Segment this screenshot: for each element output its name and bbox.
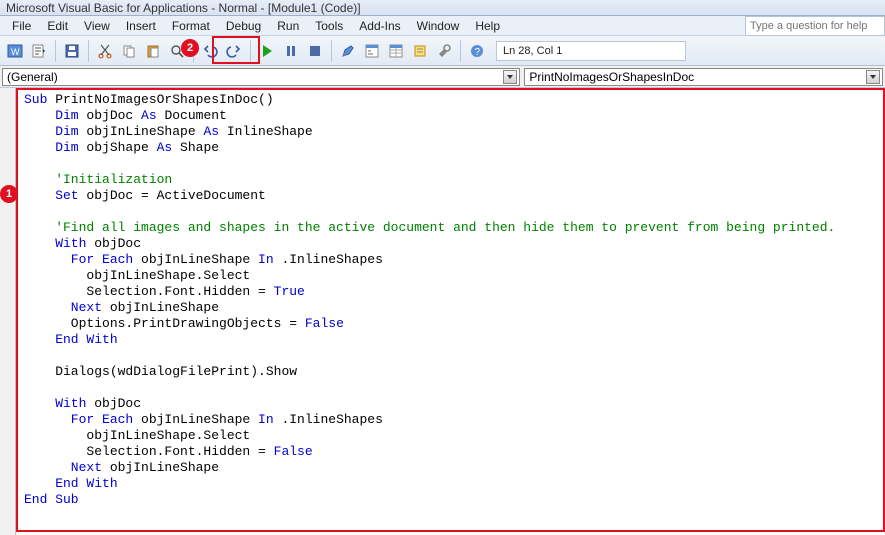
- menu-insert[interactable]: Insert: [118, 17, 164, 35]
- project-explorer-icon[interactable]: [361, 40, 383, 62]
- break-icon[interactable]: [280, 40, 302, 62]
- svg-text:?: ?: [475, 47, 481, 58]
- svg-text:W: W: [11, 47, 20, 57]
- properties-window-icon[interactable]: [385, 40, 407, 62]
- title-bar: Microsoft Visual Basic for Applications …: [0, 0, 885, 16]
- copy-icon[interactable]: [118, 40, 140, 62]
- toolbar-separator: [331, 40, 332, 62]
- object-selector-value: (General): [7, 70, 58, 84]
- menu-view[interactable]: View: [76, 17, 118, 35]
- toolbar: W ? Ln 28, Col 1: [0, 36, 885, 66]
- toolbar-separator: [55, 40, 56, 62]
- toolbar-separator: [88, 40, 89, 62]
- menu-help[interactable]: Help: [467, 17, 508, 35]
- menu-run[interactable]: Run: [269, 17, 307, 35]
- chevron-down-icon[interactable]: [503, 70, 517, 84]
- insert-module-dropdown-icon[interactable]: [28, 40, 50, 62]
- menu-addins[interactable]: Add-Ins: [351, 17, 408, 35]
- code-navigator-bar: (General) PrintNoImagesOrShapesInDoc: [0, 66, 885, 88]
- cursor-position-status: Ln 28, Col 1: [496, 41, 686, 61]
- save-icon[interactable]: [61, 40, 83, 62]
- toolbar-separator: [460, 40, 461, 62]
- annotation-callout-1: 1: [0, 185, 18, 203]
- help-search-input[interactable]: [745, 16, 885, 36]
- menu-debug[interactable]: Debug: [218, 17, 269, 35]
- paste-icon[interactable]: [142, 40, 164, 62]
- design-mode-icon[interactable]: [337, 40, 359, 62]
- annotation-callout-2: 2: [181, 39, 199, 57]
- view-word-icon[interactable]: W: [4, 40, 26, 62]
- undo-icon[interactable]: [199, 40, 221, 62]
- object-browser-icon[interactable]: [409, 40, 431, 62]
- toolbar-separator: [250, 40, 251, 62]
- run-icon[interactable]: [256, 40, 278, 62]
- reset-icon[interactable]: [304, 40, 326, 62]
- code-panel[interactable]: Sub PrintNoImagesOrShapesInDoc() Dim obj…: [16, 88, 885, 535]
- menu-edit[interactable]: Edit: [39, 17, 76, 35]
- margin-indicator-bar[interactable]: [0, 88, 16, 535]
- redo-icon[interactable]: [223, 40, 245, 62]
- procedure-selector-value: PrintNoImagesOrShapesInDoc: [529, 70, 694, 84]
- menu-file[interactable]: File: [4, 17, 39, 35]
- menu-format[interactable]: Format: [164, 17, 218, 35]
- object-selector-dropdown[interactable]: (General): [2, 68, 520, 86]
- toolbox-icon[interactable]: [433, 40, 455, 62]
- menu-window[interactable]: Window: [409, 17, 468, 35]
- title-text: Microsoft Visual Basic for Applications …: [6, 1, 361, 15]
- code-editor-area: Sub PrintNoImagesOrShapesInDoc() Dim obj…: [0, 88, 885, 535]
- menu-tools[interactable]: Tools: [307, 17, 351, 35]
- cut-icon[interactable]: [94, 40, 116, 62]
- help-icon[interactable]: ?: [466, 40, 488, 62]
- menu-bar: File Edit View Insert Format Debug Run T…: [0, 16, 885, 36]
- code-text[interactable]: Sub PrintNoImagesOrShapesInDoc() Dim obj…: [16, 88, 885, 512]
- chevron-down-icon[interactable]: [866, 70, 880, 84]
- procedure-selector-dropdown[interactable]: PrintNoImagesOrShapesInDoc: [524, 68, 883, 86]
